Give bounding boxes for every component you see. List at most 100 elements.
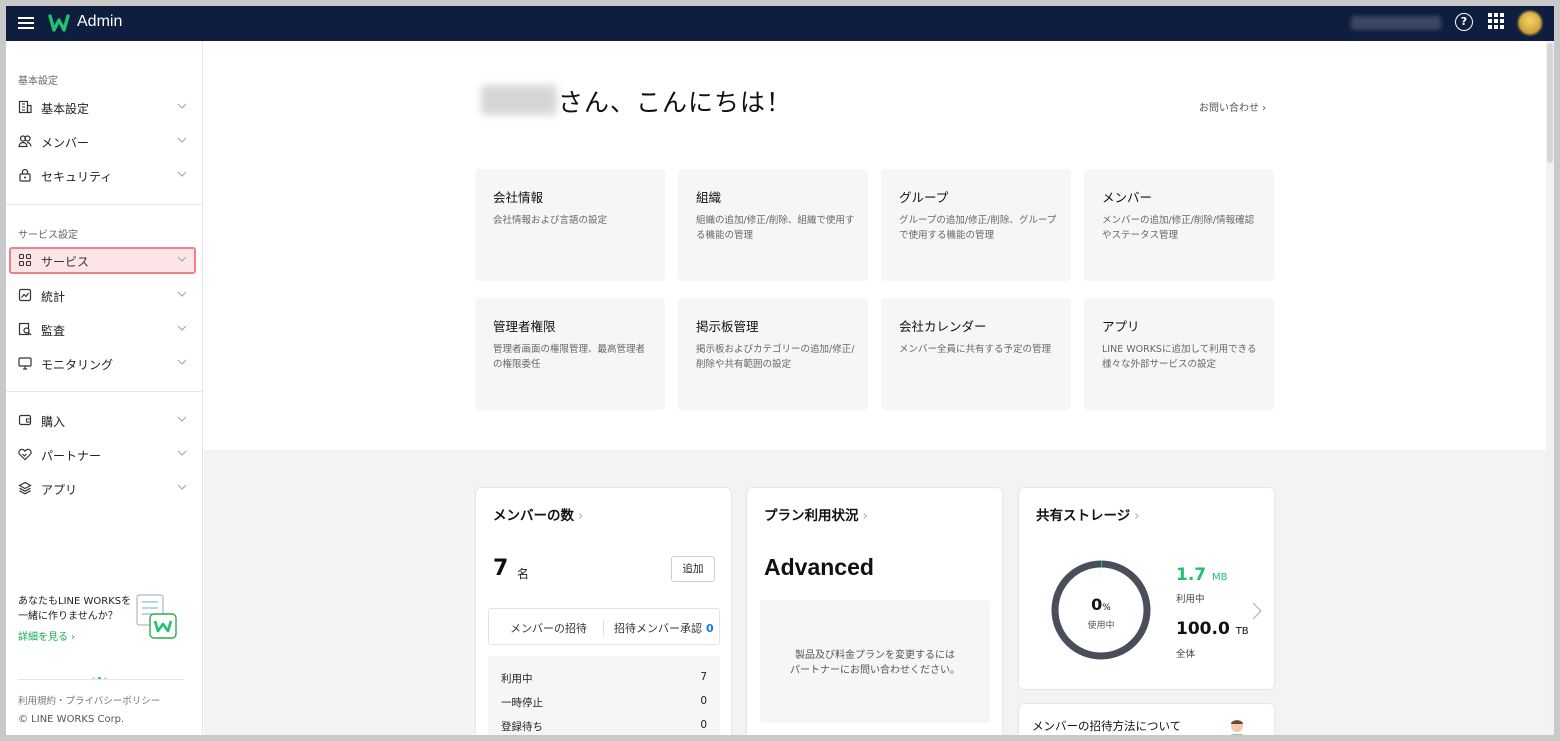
help-icon[interactable]: ? xyxy=(1455,13,1473,31)
stat-row: 一時停止 0 xyxy=(501,695,707,710)
sidebar-item-label: メンバー xyxy=(41,136,90,150)
wallet-icon xyxy=(18,414,32,426)
plan-note-box: 製品及び料金プランを変更するには パートナーにお問い合わせください。 xyxy=(760,600,990,723)
card-board-management[interactable]: 掲示板管理 掲示板およびカテゴリーの追加/修正/削除や共有範囲の設定 xyxy=(678,298,868,410)
invite-member-button[interactable]: メンバーの招待 xyxy=(510,620,587,636)
carousel-dots[interactable] xyxy=(92,665,110,684)
plan-title[interactable]: プラン利用状況 › xyxy=(764,504,868,524)
handshake-icon xyxy=(18,448,32,461)
panel-title-text: メンバーの数 xyxy=(493,508,574,524)
avatar[interactable] xyxy=(1518,11,1542,35)
plan-panel: プラン利用状況 › Advanced 製品及び料金プランを変更するには パートナー… xyxy=(746,487,1003,735)
sidebar-divider xyxy=(6,391,203,392)
apps-grid-icon[interactable] xyxy=(1488,13,1504,29)
invite-approval-count: 0 xyxy=(706,622,714,635)
invite-approval-label: 招待メンバー承認 xyxy=(614,622,702,635)
storage-used-label: 利用中 xyxy=(1176,594,1205,605)
storage-usage-label: 使用中 xyxy=(1087,621,1115,631)
card-admin-roles[interactable]: 管理者権限 管理者画面の権限管理、最高管理者の権限委任 xyxy=(475,298,665,410)
sidebar-item-statistics[interactable]: 統計 xyxy=(9,282,196,309)
sidebar: 基本設定 基本設定 メンバー セキュリティ サービス設定 サービス 統計 監査 … xyxy=(6,41,203,735)
scrollbar-thumb[interactable] xyxy=(1547,43,1553,163)
sidebar-divider xyxy=(6,204,203,205)
chevron-right-icon: › xyxy=(862,508,868,524)
terms-privacy-link[interactable]: 利用規約・プライバシーポリシー xyxy=(18,693,160,707)
promo-details-link[interactable]: 詳細を見る › xyxy=(18,628,75,643)
stat-value: 0 xyxy=(700,719,707,731)
card-company-calendar[interactable]: 会社カレンダー メンバー全員に共有する予定の管理 xyxy=(881,298,1071,410)
sidebar-item-security[interactable]: セキュリティ xyxy=(9,162,196,189)
card-group[interactable]: グループ グループの追加/修正/削除、グループで使用する機能の管理 xyxy=(881,169,1071,281)
card-title: アプリ xyxy=(1102,319,1140,334)
stat-value: 7 xyxy=(700,671,707,683)
sidebar-item-label: 統計 xyxy=(41,290,66,304)
sidebar-item-audit[interactable]: 監査 xyxy=(9,316,196,343)
card-title: メンバー xyxy=(1102,190,1153,205)
card-organization[interactable]: 組織 組織の追加/修正/削除、組織で使用する機能の管理 xyxy=(678,169,868,281)
storage-title[interactable]: 共有ストレージ › xyxy=(1036,504,1140,524)
section-heading-service: サービス設定 xyxy=(18,230,78,241)
plan-note-line: 製品及び料金プランを変更するには xyxy=(795,650,955,661)
plan-note-line: パートナーにお問い合わせください。 xyxy=(790,665,960,676)
sidebar-item-partner[interactable]: パートナー xyxy=(9,441,196,468)
main-content: さん、こんにちは！ お問い合わせ › 会社情報 会社情報および言語の設定 組織 … xyxy=(204,41,1546,735)
add-member-button[interactable]: 追加 xyxy=(671,556,715,582)
sidebar-item-basic-settings[interactable]: 基本設定 xyxy=(9,94,196,121)
total-value: 100.0 xyxy=(1176,619,1230,639)
used-unit: MB xyxy=(1212,572,1228,583)
invite-guide-title: メンバーの招待方法について xyxy=(1032,719,1182,733)
chevron-right-icon[interactable] xyxy=(1251,601,1263,621)
card-members[interactable]: メンバー メンバーの追加/修正/削除/情報確認やステータス管理 xyxy=(1084,169,1274,281)
sidebar-item-monitoring[interactable]: モニタリング xyxy=(9,350,196,377)
menu-icon[interactable] xyxy=(18,14,34,32)
storage-total: 100.0 TB xyxy=(1176,619,1249,639)
card-desc: 会社情報および言語の設定 xyxy=(493,215,608,226)
sidebar-item-label: 基本設定 xyxy=(41,102,90,116)
card-desc: 管理者画面の権限管理、最高管理者の権限委任 xyxy=(493,344,646,370)
section-heading-basic: 基本設定 xyxy=(18,76,58,87)
chevron-down-icon xyxy=(177,171,187,177)
stat-row: 登録待ち 0 xyxy=(501,719,707,734)
card-apps[interactable]: アプリ LINE WORKSに追加して利用できる様々な外部サービスの設定 xyxy=(1084,298,1274,410)
sidebar-item-purchase[interactable]: 購入 xyxy=(9,407,196,434)
chevron-down-icon xyxy=(177,291,187,297)
layers-icon xyxy=(18,481,32,495)
sidebar-item-members[interactable]: メンバー xyxy=(9,128,196,155)
sidebar-item-label: アプリ xyxy=(41,483,78,497)
shared-storage-panel: 共有ストレージ › 0% 使用中 1.7 MB 利用中 100.0 TB 全体 xyxy=(1018,487,1275,690)
sidebar-item-apps[interactable]: アプリ xyxy=(9,475,196,502)
card-title: 会社情報 xyxy=(493,190,544,205)
sidebar-item-label: 購入 xyxy=(41,415,66,429)
chevron-down-icon xyxy=(177,325,187,331)
person-illustration-icon xyxy=(1230,720,1244,735)
invite-box: メンバーの招待 招待メンバー承認 0 xyxy=(488,608,720,645)
chevron-down-icon xyxy=(177,359,187,365)
panel-title-text: プラン利用状況 xyxy=(764,508,859,524)
monitor-icon xyxy=(18,357,32,370)
sidebar-item-label: サービス xyxy=(41,255,90,269)
member-count: 7 xyxy=(493,556,509,581)
invite-guide-panel[interactable]: メンバーの招待方法について xyxy=(1018,703,1275,735)
line-works-logo xyxy=(48,14,70,32)
members-count-panel: メンバーの数 › 7 名 追加 メンバーの招待 招待メンバー承認 0 利用中 7 一時… xyxy=(475,487,732,735)
card-title: 掲示板管理 xyxy=(696,319,759,334)
plan-note: 製品及び料金プランを変更するには パートナーにお問い合わせください。 xyxy=(760,648,990,678)
card-desc: メンバーの追加/修正/削除/情報確認やステータス管理 xyxy=(1102,215,1255,241)
total-unit: TB xyxy=(1235,626,1249,637)
card-company-info[interactable]: 会社情報 会社情報および言語の設定 xyxy=(475,169,665,281)
members-count-title[interactable]: メンバーの数 › xyxy=(493,504,583,524)
sidebar-item-label: パートナー xyxy=(41,449,102,463)
storage-total-label: 全体 xyxy=(1176,649,1196,660)
top-bar: Admin ? xyxy=(6,6,1554,41)
company-name-blurred[interactable] xyxy=(1351,16,1441,30)
chevron-down-icon xyxy=(177,450,187,456)
inquiry-link[interactable]: お問い合わせ › xyxy=(1199,99,1266,114)
chart-icon xyxy=(18,288,32,302)
card-title: 組織 xyxy=(696,190,722,205)
sidebar-item-services[interactable]: サービス xyxy=(9,247,196,274)
dashboard-area: メンバーの数 › 7 名 追加 メンバーの招待 招待メンバー承認 0 利用中 7 一時… xyxy=(204,450,1546,735)
card-desc: メンバー全員に共有する予定の管理 xyxy=(899,344,1052,355)
invite-approval-button[interactable]: 招待メンバー承認 0 xyxy=(614,620,714,636)
plan-name: Advanced xyxy=(764,554,874,580)
card-title: 管理者権限 xyxy=(493,319,556,334)
